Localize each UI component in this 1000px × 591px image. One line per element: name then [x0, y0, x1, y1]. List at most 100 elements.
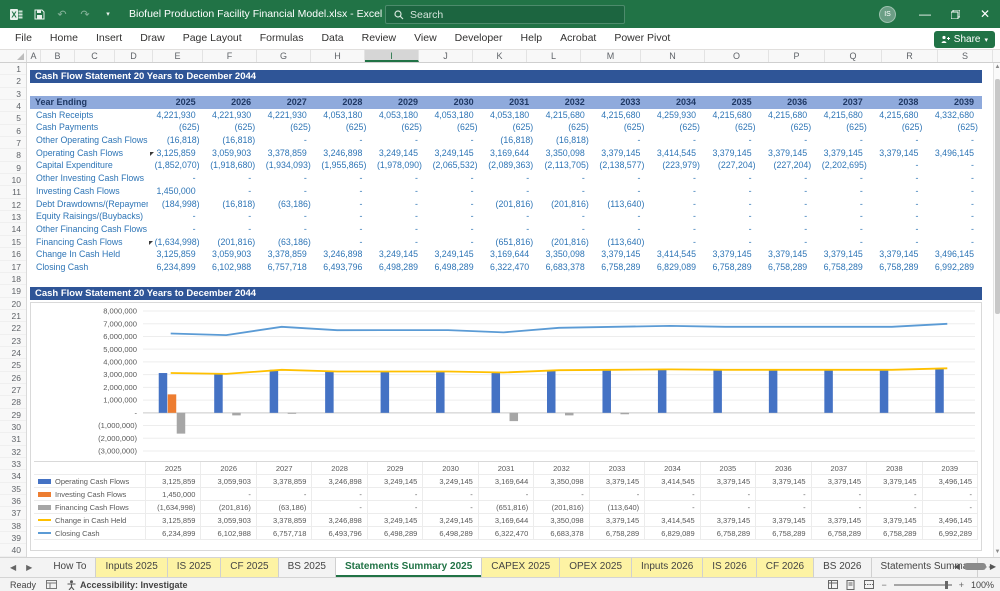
table-cell[interactable]: 3,414,545	[648, 147, 704, 160]
table-cell[interactable]: -	[259, 223, 315, 236]
row-header-5[interactable]: 5	[0, 112, 26, 124]
page-layout-view-icon[interactable]	[845, 580, 856, 590]
table-cell[interactable]: -	[926, 185, 982, 198]
table-cell[interactable]: -	[648, 210, 704, 223]
row-header-31[interactable]: 31	[0, 433, 26, 445]
table-cell[interactable]: (1,955,865)	[315, 159, 371, 172]
table-cell[interactable]: (16,818)	[148, 134, 204, 147]
row-header-10[interactable]: 10	[0, 174, 26, 186]
table-cell[interactable]: (16,818)	[537, 134, 593, 147]
table-cell[interactable]: 4,215,680	[760, 109, 816, 122]
table-cell[interactable]: 3,379,145	[760, 147, 816, 160]
row-header-2[interactable]: 2	[0, 75, 26, 87]
table-cell[interactable]: 4,215,680	[704, 109, 760, 122]
row-header-15[interactable]: 15	[0, 236, 26, 248]
table-cell[interactable]: 3,379,145	[871, 248, 927, 261]
ribbon-tab-file[interactable]: File	[6, 28, 41, 49]
statement-title-banner[interactable]: Cash Flow Statement 20 Years to December…	[30, 70, 982, 83]
table-cell[interactable]: (625)	[482, 121, 538, 134]
table-cell[interactable]: 3,379,145	[871, 147, 927, 160]
table-cell[interactable]: -	[537, 210, 593, 223]
table-cell[interactable]: 3,249,145	[370, 147, 426, 160]
table-cell[interactable]: -	[370, 210, 426, 223]
row-label-change-in-cash-held[interactable]: Change In Cash Held	[30, 248, 148, 261]
row-header-6[interactable]: 6	[0, 125, 26, 137]
table-cell[interactable]: 3,125,859	[148, 147, 204, 160]
row-header-16[interactable]: 16	[0, 248, 26, 260]
table-cell[interactable]: 6,992,289	[926, 261, 982, 274]
table-cell[interactable]: -	[760, 236, 816, 249]
table-cell[interactable]: -	[648, 236, 704, 249]
ribbon-tab-draw[interactable]: Draw	[131, 28, 174, 49]
table-cell[interactable]: -	[370, 236, 426, 249]
table-cell[interactable]: -	[815, 223, 871, 236]
table-cell[interactable]: -	[871, 236, 927, 249]
table-cell[interactable]: (625)	[926, 121, 982, 134]
table-cell[interactable]: -	[871, 172, 927, 185]
table-cell[interactable]: (625)	[204, 121, 260, 134]
table-cell[interactable]: 3,378,859	[259, 147, 315, 160]
ribbon-tab-acrobat[interactable]: Acrobat	[551, 28, 605, 49]
table-cell[interactable]: -	[370, 185, 426, 198]
table-cell[interactable]: -	[426, 198, 482, 211]
table-cell[interactable]: (223,979)	[648, 159, 704, 172]
row-header-24[interactable]: 24	[0, 347, 26, 359]
ribbon-tab-page-layout[interactable]: Page Layout	[174, 28, 251, 49]
table-cell[interactable]: -	[204, 185, 260, 198]
table-cell[interactable]: -	[871, 223, 927, 236]
table-cell[interactable]: (16,818)	[204, 134, 260, 147]
table-cell[interactable]: 4,221,930	[148, 109, 204, 122]
table-cell[interactable]: -	[315, 172, 371, 185]
row-header-18[interactable]: 18	[0, 273, 26, 285]
table-cell[interactable]: -	[537, 185, 593, 198]
table-cell[interactable]: -	[648, 185, 704, 198]
table-cell[interactable]: -	[593, 172, 649, 185]
table-cell[interactable]: (625)	[259, 121, 315, 134]
table-cell[interactable]: 6,102,988	[204, 261, 260, 274]
row-header-23[interactable]: 23	[0, 335, 26, 347]
table-cell[interactable]: 4,215,680	[593, 109, 649, 122]
table-cell[interactable]: -	[537, 223, 593, 236]
table-cell[interactable]: -	[871, 210, 927, 223]
table-cell[interactable]: (2,202,695)	[815, 159, 871, 172]
table-cell[interactable]: -	[760, 223, 816, 236]
table-cell[interactable]: -	[426, 236, 482, 249]
row-header-8[interactable]: 8	[0, 149, 26, 161]
table-cell[interactable]: -	[426, 134, 482, 147]
table-cell[interactable]: -	[204, 210, 260, 223]
table-cell[interactable]: 3,378,859	[259, 248, 315, 261]
table-cell[interactable]: -	[593, 185, 649, 198]
table-cell[interactable]: 3,249,145	[426, 147, 482, 160]
table-cell[interactable]: (201,816)	[482, 198, 538, 211]
table-cell[interactable]: -	[760, 198, 816, 211]
accessibility-checker[interactable]: Accessibility: Investigate	[67, 580, 188, 590]
row-header-11[interactable]: 11	[0, 186, 26, 198]
table-cell[interactable]: (625)	[648, 121, 704, 134]
table-cell[interactable]: -	[315, 134, 371, 147]
table-cell[interactable]: -	[704, 210, 760, 223]
table-cell[interactable]: (1,978,090)	[370, 159, 426, 172]
zoom-slider[interactable]	[894, 584, 952, 586]
row-header-37[interactable]: 37	[0, 507, 26, 519]
year-header-2037[interactable]: 2037	[815, 96, 871, 109]
table-cell[interactable]: 6,757,718	[259, 261, 315, 274]
year-header-2026[interactable]: 2026	[204, 96, 260, 109]
row-header-13[interactable]: 13	[0, 211, 26, 223]
table-cell[interactable]: 4,053,180	[370, 109, 426, 122]
table-cell[interactable]: -	[704, 134, 760, 147]
table-cell[interactable]: (201,816)	[537, 198, 593, 211]
qat-customize-icon[interactable]: ▾	[101, 7, 115, 21]
table-cell[interactable]: -	[315, 236, 371, 249]
sheet-tab-opex-2025[interactable]: OPEX 2025	[560, 558, 632, 577]
table-cell[interactable]: 3,350,098	[537, 248, 593, 261]
year-header-2029[interactable]: 2029	[370, 96, 426, 109]
table-cell[interactable]: 6,683,378	[537, 261, 593, 274]
table-cell[interactable]: (625)	[315, 121, 371, 134]
table-cell[interactable]: 3,169,644	[482, 248, 538, 261]
scroll-up-icon[interactable]: ▲	[994, 63, 1000, 72]
row-label-operating-cash-flows[interactable]: Operating Cash Flows	[30, 147, 148, 160]
table-cell[interactable]: 6,493,796	[315, 261, 371, 274]
column-header-g[interactable]: G	[257, 50, 311, 62]
table-cell[interactable]: (2,113,705)	[537, 159, 593, 172]
ribbon-tab-power-pivot[interactable]: Power Pivot	[605, 28, 679, 49]
